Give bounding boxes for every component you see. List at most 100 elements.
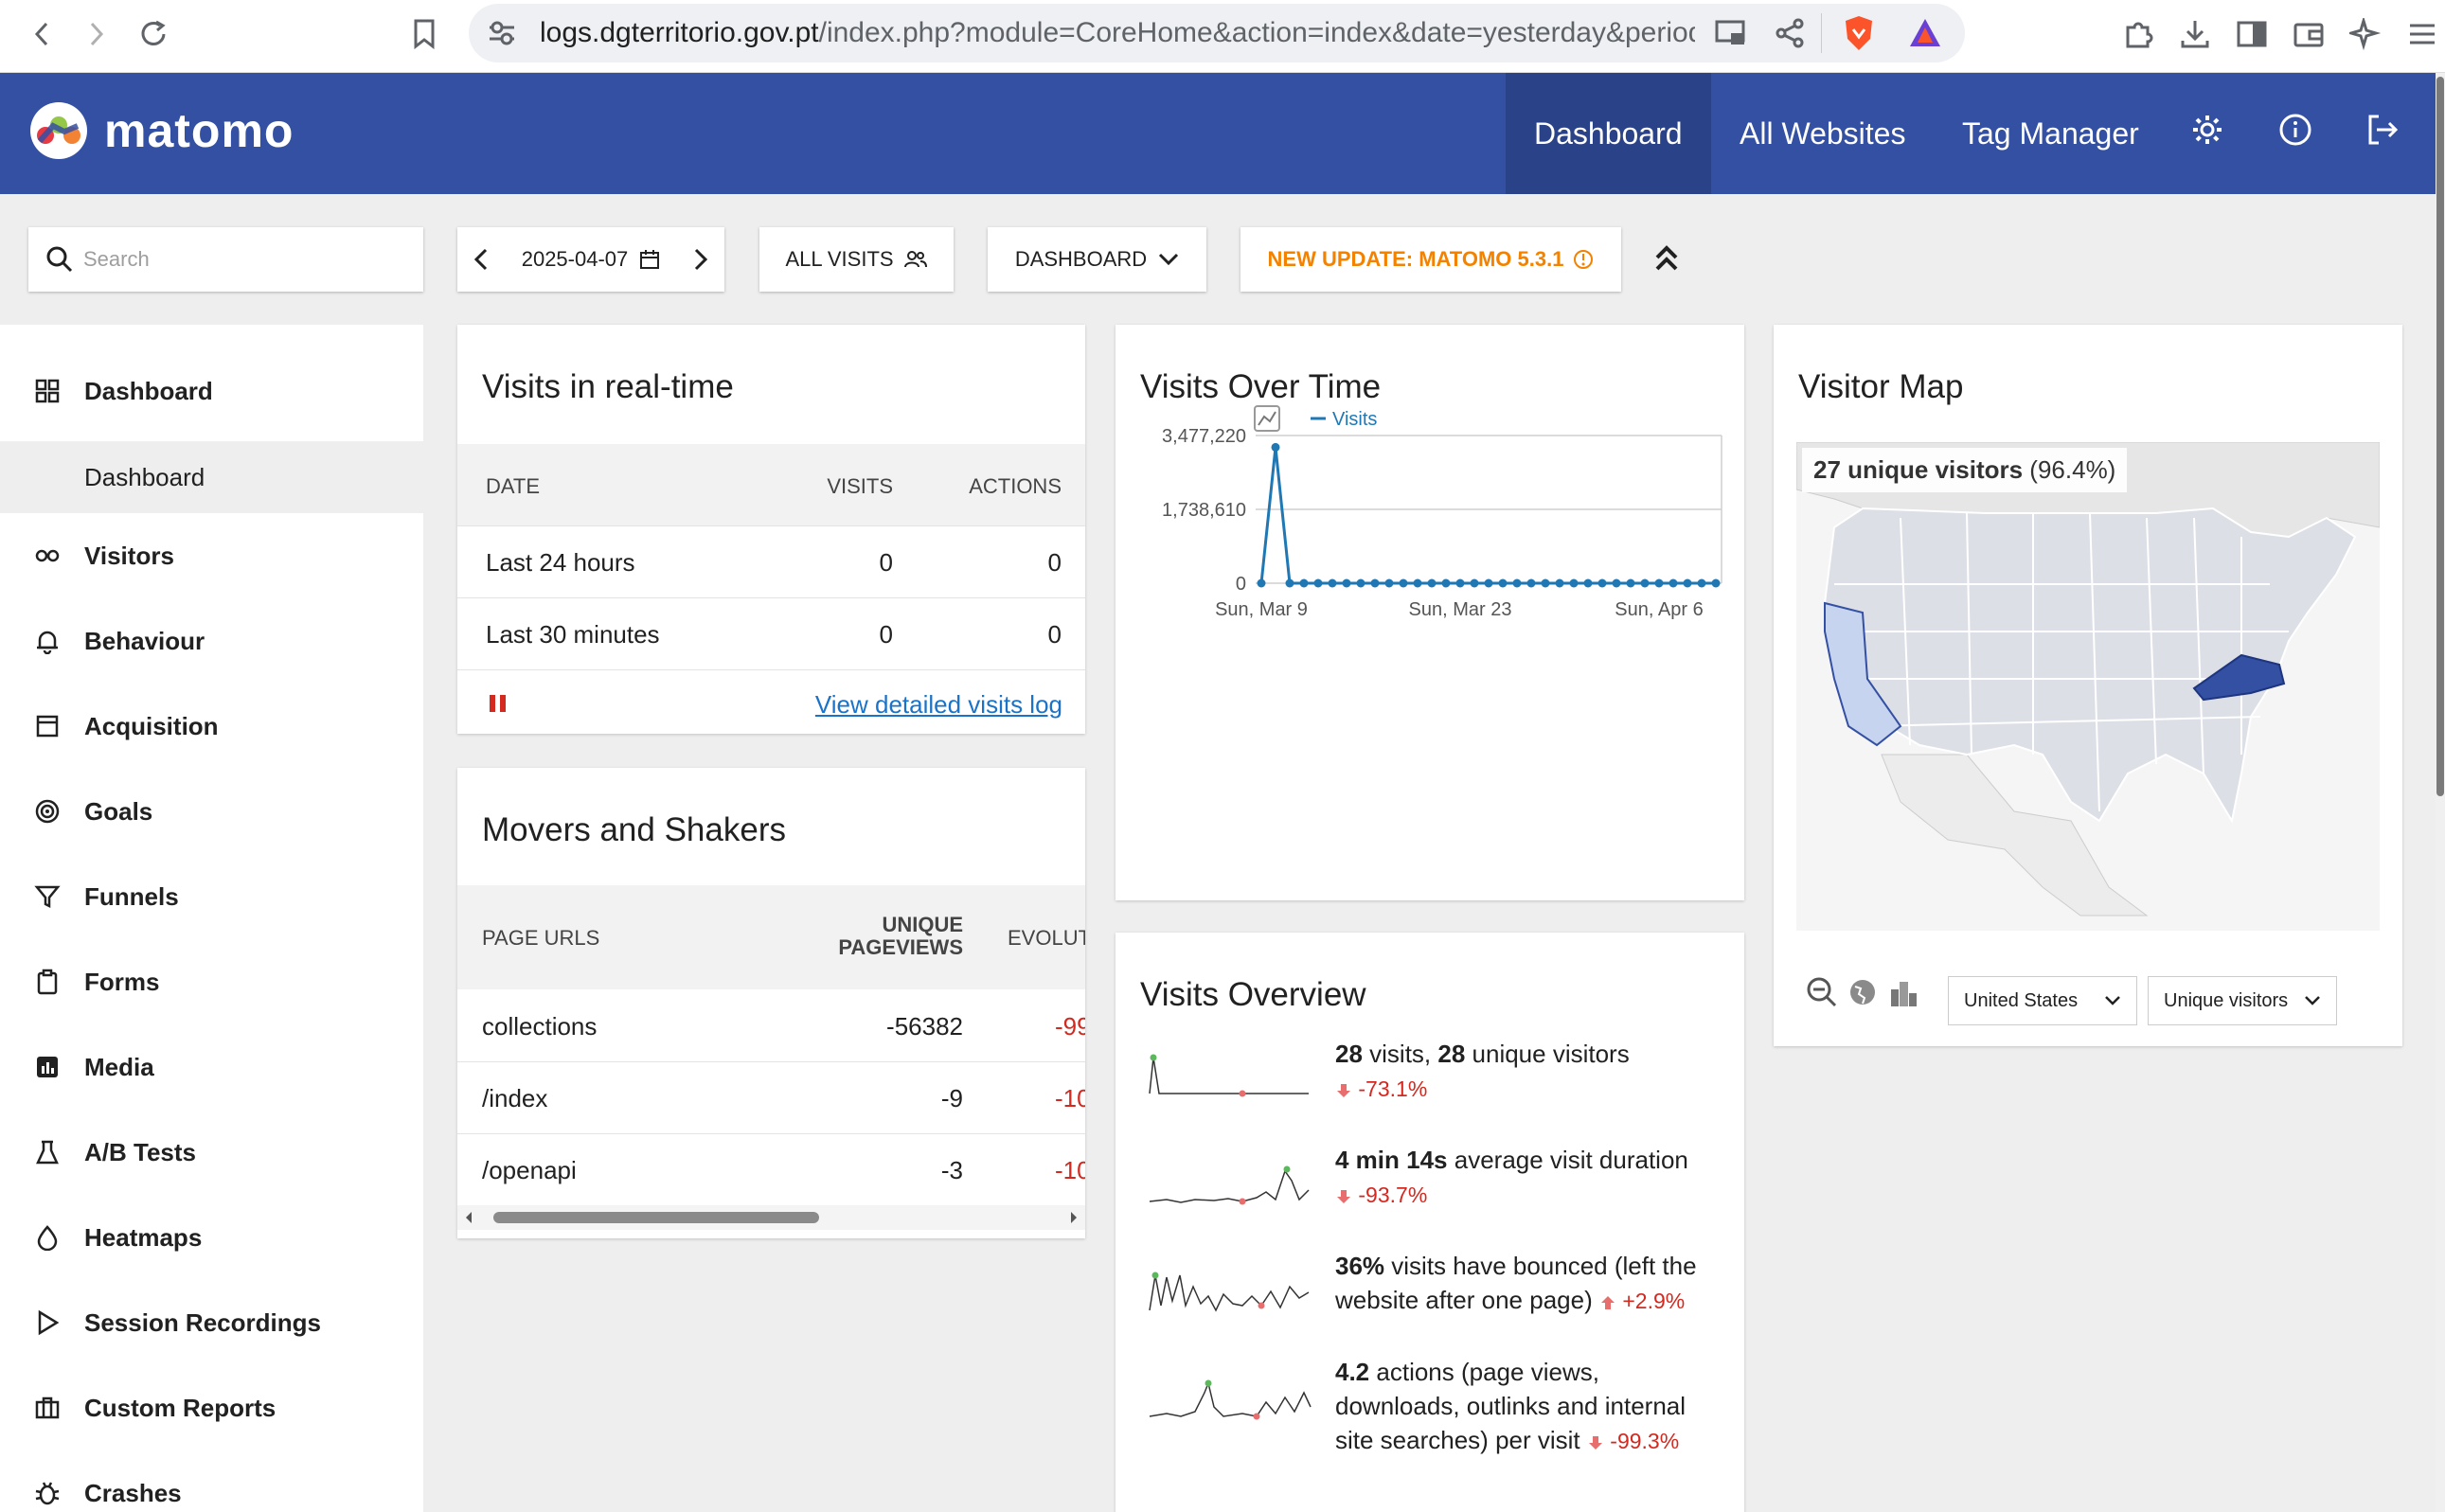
table-row: Last 24 hours 0 0 [457,525,1085,597]
zoom-out-icon[interactable] [1806,976,1838,1008]
page-scrollbar[interactable] [2436,73,2445,1512]
search-input[interactable]: Search [28,227,423,292]
info-icon[interactable] [2278,113,2320,154]
date-selector[interactable]: 2025-04-07 [457,227,724,292]
play-icon [38,1309,60,1336]
globe-icon[interactable] [1847,977,1878,1007]
data-point [1413,578,1422,588]
widget-title: Visits in real-time [482,368,734,405]
col-visits[interactable]: VISITS [827,474,893,499]
col-date[interactable]: DATE [486,474,540,499]
row-visits: 0 [879,620,893,649]
col-unique-pageviews[interactable]: UNIQUE PAGEVIEWS [838,914,963,959]
metric-select[interactable]: Unique visitors [2148,976,2337,1025]
logout-icon[interactable] [2365,113,2407,154]
segment-selector[interactable]: ALL VISITS [759,227,954,292]
matomo-logo-icon [30,102,87,159]
data-point [1328,578,1337,588]
x-tick-label: Sun, Mar 23 [1409,599,1512,620]
menu-icon[interactable] [2403,15,2441,53]
sidebar-item-forms[interactable]: Forms [0,946,423,1018]
extensions-icon[interactable] [2119,15,2157,53]
scrollbar-thumb[interactable] [2436,77,2444,796]
sidebar-subitem-dashboard[interactable]: Dashboard [0,441,423,513]
visits-line-chart[interactable]: Visits 3,477,220 1,738,610 0 Sun, Mar 9 Sun… [1115,400,1744,893]
sidebar-item-acquisition[interactable]: Acquisition [0,690,423,762]
sidebar-item-ab-tests[interactable]: A/B Tests [0,1116,423,1188]
current-date[interactable]: 2025-04-07 [522,247,629,272]
sidebar-item-behaviour[interactable]: Behaviour [0,605,423,677]
y-tick-label: 3,477,220 [1162,426,1246,447]
nav-all-websites[interactable]: All Websites [1711,73,1934,194]
sidebar-item-custom-reports[interactable]: Custom Reports [0,1372,423,1444]
download-icon[interactable] [2176,15,2214,53]
table-row[interactable]: /index -9 -10 [457,1061,1085,1133]
sparkline-visits[interactable] [1148,1046,1318,1103]
sidebar-item-dashboard[interactable]: Dashboard [0,355,423,427]
col-evolution[interactable]: EVOLUT [1008,926,1085,951]
sparkline-duration[interactable] [1148,1152,1318,1209]
gear-icon[interactable] [2190,113,2232,154]
row-evolution: -99 [1055,1012,1085,1041]
dashboard-selector[interactable]: DASHBOARD [988,227,1206,292]
share-icon[interactable] [1774,17,1806,49]
sparkline-actions[interactable] [1148,1364,1318,1440]
media-icon [37,1057,58,1077]
region-select[interactable]: United States [1948,976,2137,1025]
us-map[interactable] [1796,442,2380,931]
col-page-urls[interactable]: PAGE URLS [482,926,599,951]
reload-icon[interactable] [134,15,172,53]
leo-ai-icon[interactable] [2347,15,2384,53]
sidebar-item-label: Forms [84,967,160,996]
sidebar-item-funnels[interactable]: Funnels [0,861,423,933]
sidebar-item-media[interactable]: Media [0,1031,423,1103]
sidebar-item-session-recordings[interactable]: Session Recordings [0,1287,423,1359]
wallet-icon[interactable] [2290,15,2328,53]
city-view-icon[interactable] [1887,976,1919,1008]
url-text: logs.dgterritorio.gov.pt/index.php?modul… [540,4,1695,62]
brave-shield-icon[interactable] [1842,14,1876,52]
data-point [1370,578,1380,588]
data-point [1669,578,1678,588]
horizontal-scrollbar[interactable] [457,1205,1085,1230]
cast-icon[interactable] [1714,17,1748,49]
legend-label[interactable]: Visits [1332,409,1377,430]
prev-period-icon[interactable] [473,247,490,272]
sidebar-item-crashes[interactable]: Crashes [0,1457,423,1512]
sidebar-item-label: Crashes [84,1478,182,1507]
url-host: logs.dgterritorio.gov.pt [540,17,819,48]
data-point [1299,578,1309,588]
brave-rewards-icon[interactable] [1908,16,1942,50]
sidebar-item-goals[interactable]: Goals [0,775,423,847]
pause-icon[interactable] [488,693,509,714]
forward-icon[interactable] [78,15,116,53]
sparkline-bounce[interactable] [1148,1258,1318,1315]
metric-select-value: Unique visitors [2164,989,2289,1011]
collapse-toolbar-icon[interactable] [1648,239,1686,280]
arrow-down-icon [1588,1435,1602,1450]
table-row[interactable]: /openapi -3 -10 [457,1133,1085,1205]
change-value: -93.7% [1358,1183,1428,1207]
acquisition-icon [36,715,59,738]
matomo-logo[interactable]: matomo [28,101,294,160]
update-notice[interactable]: NEW UPDATE: MATOMO 5.3.1 [1240,227,1621,292]
table-row: Last 30 minutes 0 0 [457,597,1085,669]
logo-text: matomo [104,104,294,157]
address-bar[interactable]: logs.dgterritorio.gov.pt/index.php?modul… [469,4,1965,62]
row-value: -9 [940,1084,963,1112]
site-settings-icon[interactable] [486,17,518,49]
sidebar-item-heatmaps[interactable]: Heatmaps [0,1201,423,1273]
view-visits-log-link[interactable]: View detailed visits log [815,690,1062,720]
table-header: PAGE URLS UNIQUE PAGEVIEWS EVOLUT [457,885,1085,989]
bookmark-icon[interactable] [405,15,443,53]
col-actions[interactable]: ACTIONS [969,474,1062,499]
back-icon[interactable] [23,15,61,53]
calendar-icon[interactable] [639,249,660,270]
overview-change: -93.7% [1335,1183,1427,1207]
table-row[interactable]: collections -56382 -99 [457,989,1085,1061]
sidebar-item-visitors[interactable]: Visitors [0,520,423,592]
next-period-icon[interactable] [692,247,709,272]
nav-tag-manager[interactable]: Tag Manager [1934,73,2168,194]
nav-dashboard[interactable]: Dashboard [1506,73,1711,194]
sidebar-toggle-icon[interactable] [2233,15,2271,53]
